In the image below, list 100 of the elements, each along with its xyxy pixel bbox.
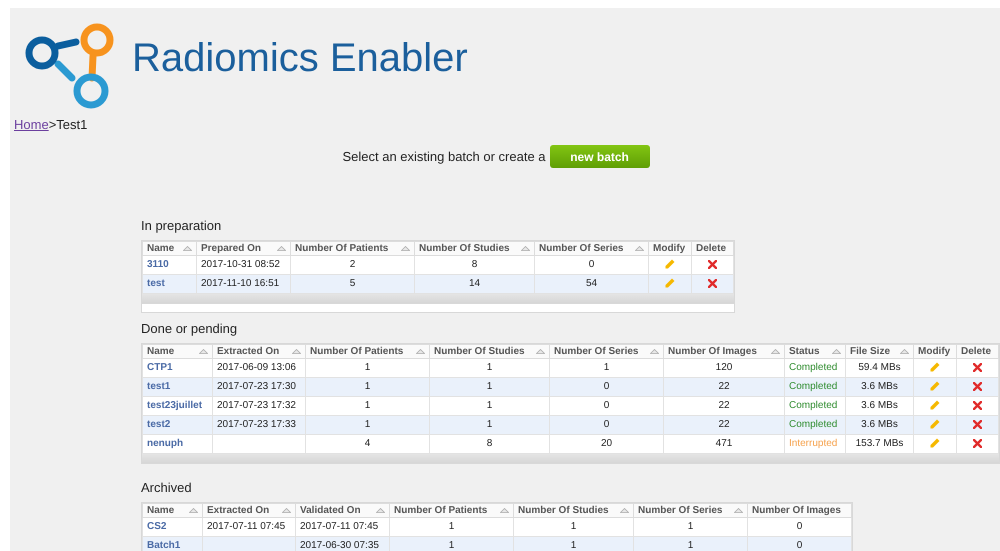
sort-icon[interactable] <box>376 508 385 513</box>
table-cell: 1 <box>448 521 454 532</box>
table-cell: 22 <box>718 381 730 392</box>
home-link[interactable]: Home <box>14 117 49 133</box>
table-cell: 120 <box>716 362 732 373</box>
section-title: In preparation <box>141 218 222 234</box>
table-cell: 2017-07-23 17:33 <box>217 419 296 430</box>
table-cell: 471 <box>716 438 732 449</box>
sort-icon[interactable] <box>635 246 644 251</box>
sort-icon[interactable] <box>620 508 629 513</box>
table-cell: 2017-06-09 13:06 <box>217 362 296 373</box>
breadcrumb-separator: > <box>48 117 56 133</box>
table-cell: 0 <box>604 400 610 411</box>
section-title: Done or pending <box>141 321 238 337</box>
table-cell: 1 <box>364 381 370 392</box>
table-cell: 1 <box>364 400 370 411</box>
pencil-icon[interactable] <box>930 362 940 372</box>
table-cell: 153.7 MBs <box>856 438 904 449</box>
sort-icon[interactable] <box>536 349 545 354</box>
table-cell: 2017-06-30 07:35 <box>300 540 379 551</box>
table-cell: 8 <box>472 259 478 270</box>
sort-icon[interactable] <box>401 246 410 251</box>
scrollbar-track[interactable] <box>142 454 999 463</box>
sort-icon[interactable] <box>416 349 425 354</box>
table-cell: 59.4 MBs <box>858 362 901 373</box>
pencil-icon[interactable] <box>930 381 940 392</box>
table-cell: 1 <box>604 362 610 373</box>
delete-icon[interactable] <box>973 420 982 429</box>
delete-icon[interactable] <box>973 362 982 372</box>
pencil-icon[interactable] <box>930 419 940 430</box>
table-cell: 3.6 MBs <box>861 381 898 392</box>
table-cell: 8 <box>486 438 492 449</box>
delete-icon[interactable] <box>973 382 982 391</box>
pencil-icon[interactable] <box>930 400 940 410</box>
sort-icon[interactable] <box>734 508 743 513</box>
sort-icon[interactable] <box>282 508 291 513</box>
table-cell: 20 <box>600 438 612 449</box>
table-cell: 2017-11-10 16:51 <box>201 278 280 289</box>
delete-icon[interactable] <box>708 278 717 288</box>
prompt-text: Select an existing batch or create a <box>342 148 546 166</box>
table-cell: 2017-07-23 17:32 <box>217 400 296 411</box>
pencil-icon[interactable] <box>665 278 675 288</box>
app-title: Radiomics Enabler <box>132 38 468 78</box>
sort-icon[interactable] <box>500 508 509 513</box>
sort-icon[interactable] <box>771 349 780 354</box>
status-text: Completed <box>789 400 838 411</box>
table-cell: 5 <box>350 278 356 289</box>
table-cell: 2017-07-11 07:45 <box>207 521 286 532</box>
pencil-icon[interactable] <box>930 438 940 448</box>
table-cell: 3.6 MBs <box>861 400 898 411</box>
table-cell: 2 <box>350 259 356 270</box>
batch-name-link[interactable]: test2 <box>147 419 170 430</box>
table-cell: 0 <box>796 540 802 551</box>
table-cell: 2017-07-23 17:30 <box>217 381 296 392</box>
table-cell: 0 <box>796 521 802 532</box>
table-cell: 1 <box>486 419 492 430</box>
table-cell: 0 <box>604 381 610 392</box>
delete-icon[interactable] <box>973 400 982 410</box>
table-cell: 1 <box>688 521 694 532</box>
status-text: Completed <box>789 419 838 430</box>
table-cell: 0 <box>588 259 594 270</box>
table-cell: 1 <box>688 540 694 551</box>
table-cell: 22 <box>718 400 730 411</box>
table-cell: 1 <box>486 400 492 411</box>
table-cell: 3.6 MBs <box>861 419 898 430</box>
table-cell: 1 <box>486 362 492 373</box>
table-cell: 54 <box>586 278 598 289</box>
table-cell: 4 <box>364 438 370 449</box>
table-cell: 1 <box>570 521 576 532</box>
batch-name-link[interactable]: test1 <box>147 381 170 392</box>
sort-icon[interactable] <box>521 246 530 251</box>
scrollbar-track[interactable] <box>142 294 734 303</box>
sort-icon[interactable] <box>199 349 208 354</box>
table-cell: 14 <box>468 278 480 289</box>
sort-icon[interactable] <box>650 349 659 354</box>
sort-icon[interactable] <box>277 246 286 251</box>
table-cell: 1 <box>364 362 370 373</box>
sort-icon[interactable] <box>183 246 192 251</box>
sort-icon[interactable] <box>832 349 841 354</box>
sort-icon[interactable] <box>189 508 198 513</box>
status-text: Interrupted <box>789 438 838 449</box>
table-cell: 1 <box>486 381 492 392</box>
batch-name-link[interactable]: CS2 <box>147 521 166 532</box>
table-cell: 0 <box>604 419 610 430</box>
section-title: Archived <box>141 480 193 496</box>
table-cell: 22 <box>718 419 730 430</box>
delete-icon[interactable] <box>708 260 717 269</box>
table-cell: 2017-07-11 07:45 <box>300 521 378 532</box>
table-cell: 2017-10-31 08:52 <box>201 259 280 270</box>
table-cell: 1 <box>570 540 576 551</box>
table-cell: 1 <box>364 419 370 430</box>
table-cell: 1 <box>448 540 454 551</box>
status-text: Completed <box>789 381 838 392</box>
batch-name-link[interactable]: test <box>147 278 165 289</box>
pencil-icon[interactable] <box>665 259 675 270</box>
status-text: Completed <box>789 362 838 373</box>
delete-icon[interactable] <box>973 438 982 448</box>
sort-icon[interactable] <box>900 349 909 354</box>
sort-icon[interactable] <box>292 349 301 354</box>
breadcrumb-current: Test1 <box>56 117 88 133</box>
